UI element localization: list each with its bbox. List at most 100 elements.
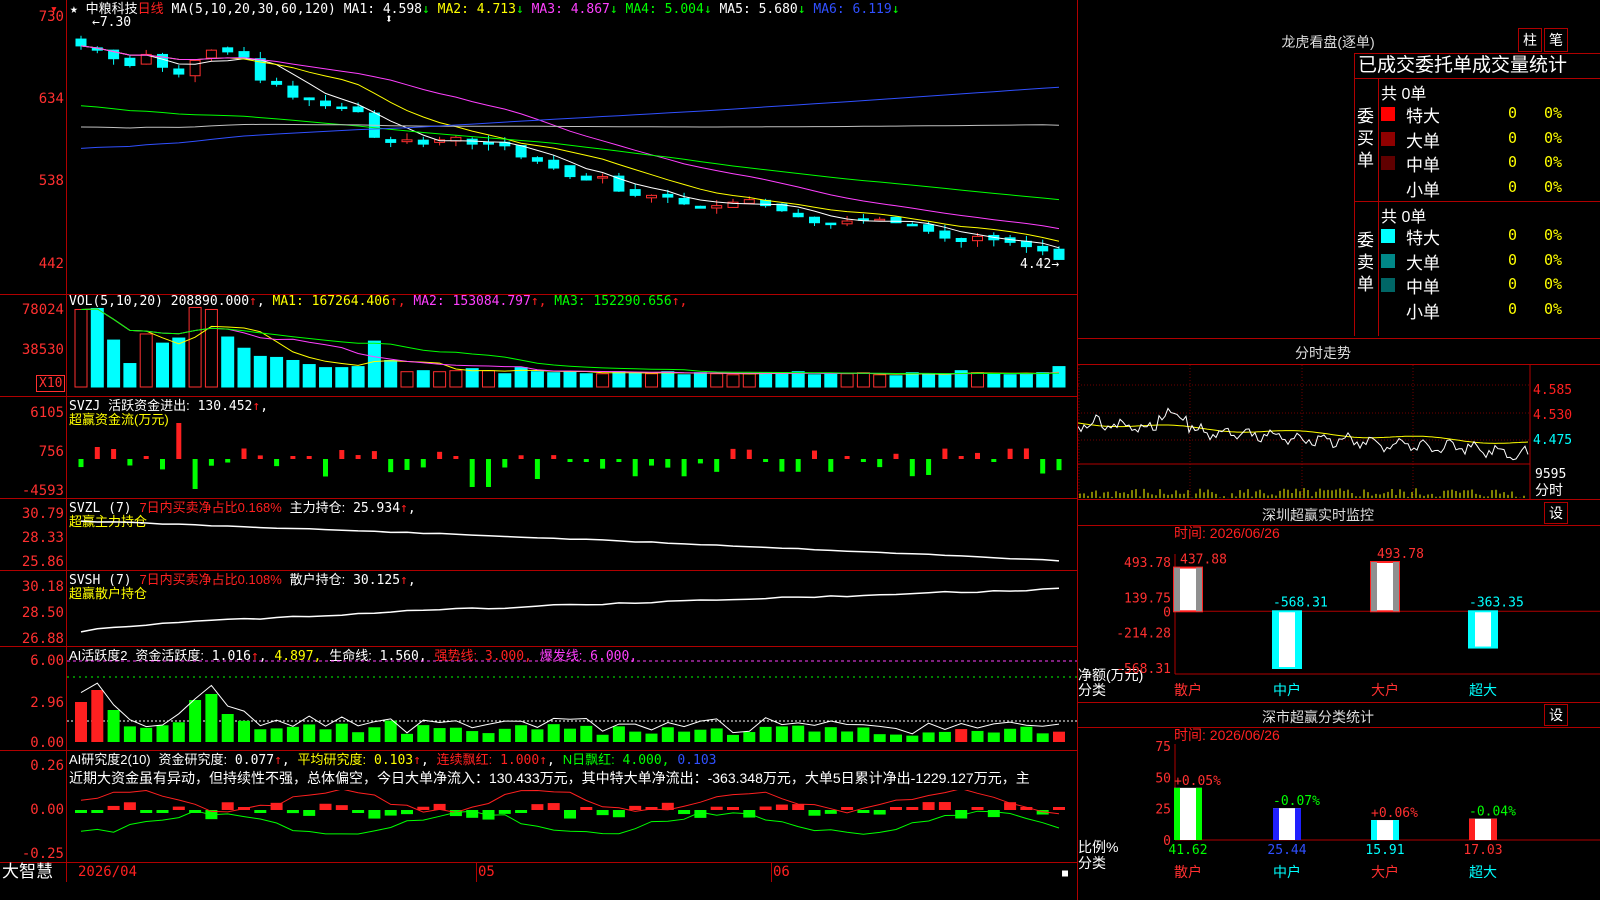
intraday-chart[interactable] [1078, 365, 1600, 499]
activity-bar [433, 728, 446, 742]
activity-bar [466, 731, 479, 742]
y-tick-label: 50 [1155, 771, 1171, 786]
main-force-line [80, 520, 1060, 562]
activity-bar [580, 725, 593, 742]
activity-bar [270, 728, 283, 742]
activity-bar [75, 702, 87, 742]
fund-flow-chart[interactable] [67, 397, 1077, 498]
change-label: +0.05% [1174, 774, 1221, 789]
category-label: 中户 [1273, 682, 1301, 698]
ratio-bar-shade [1469, 818, 1475, 840]
flow-bar [420, 459, 426, 468]
stroke-mode-button[interactable]: 笔 [1544, 28, 1568, 52]
research-bar [987, 810, 1000, 818]
candle-body [792, 212, 804, 218]
research-bar [857, 810, 870, 813]
flow-bar [991, 459, 997, 462]
intraday-y-label: 4.530 [1533, 408, 1573, 423]
activity-bar [759, 726, 772, 742]
flow-bar [551, 455, 557, 459]
candle-body [417, 139, 429, 145]
fund-activity-chart[interactable] [67, 647, 1077, 750]
app-logo[interactable]: 大智慧 [2, 862, 53, 882]
research-bar [971, 807, 984, 810]
volume-chart[interactable] [67, 295, 1077, 396]
monitor-bar-chart[interactable]: 493.78139.750-214.28-568.31437.88散户-568.… [1078, 540, 1600, 700]
y-tick-label: 493.78 [1124, 556, 1171, 571]
flow-bar [469, 459, 475, 487]
research-bar [873, 810, 886, 815]
flow-bar [616, 459, 622, 462]
category-label: 大户 [1371, 682, 1399, 698]
candle-body [222, 47, 234, 53]
category-label: 散户 [1174, 682, 1202, 698]
color-swatch [1381, 156, 1395, 170]
bar-mode-button[interactable]: 柱 [1518, 28, 1542, 52]
volume-bar [677, 374, 691, 388]
classify-settings-button[interactable]: 设 [1544, 704, 1568, 726]
chart-area[interactable]: ▾ ★ 中粮科技日线 MA(5,10,20,30,60,120) MA1: 4.… [0, 0, 1078, 900]
order-count: 0 [1508, 153, 1518, 171]
research-bar [1053, 807, 1065, 810]
research-bar [938, 802, 951, 810]
activity-bar [515, 725, 528, 742]
flow-bar [339, 450, 345, 459]
ai-research-label: AI研究度2(10) [69, 752, 151, 767]
flow-bar [681, 459, 687, 477]
volume-bar [840, 373, 854, 388]
activity-bar [824, 727, 837, 742]
value-label: 41.62 [1168, 843, 1207, 858]
net-bar-shade [1174, 567, 1180, 612]
lock-icon[interactable]: ■ [1062, 866, 1068, 881]
volume-bar [596, 373, 610, 388]
research-bar [629, 805, 642, 810]
x-label: 06 [773, 864, 790, 880]
volume-bar [661, 371, 675, 388]
classify-bar-chart[interactable]: 7550250+0.05%41.62散户-0.07%25.44中户+0.06%1… [1078, 740, 1600, 900]
volume-bar [873, 374, 887, 388]
order-pct: 0% [1544, 275, 1563, 293]
value-label: 15.91 [1365, 843, 1404, 858]
activity-bar [352, 732, 365, 742]
retail-holding-chart[interactable] [67, 571, 1077, 646]
vol-unit-badge: X10 [36, 375, 66, 392]
order-count: 0 [1508, 226, 1518, 244]
ratio-bar-shade [1196, 787, 1202, 840]
candle-body [1053, 248, 1065, 260]
candle-body [173, 68, 185, 75]
y-label: 538 [38, 173, 64, 189]
candle-body [678, 197, 690, 205]
flow-bar [1007, 448, 1013, 459]
volume-bar [498, 373, 512, 388]
y-label: -0.25 [21, 846, 64, 862]
flow-bar [583, 459, 589, 462]
volume-bar [139, 333, 153, 388]
order-count: 0 [1508, 250, 1518, 269]
ai-research-header: AI研究度2(10) 资金研究度: 0.077↑, 平均研究度: 0.103↑,… [69, 752, 717, 768]
value-label: 25.44 [1267, 843, 1306, 858]
main-force-chart[interactable] [67, 499, 1077, 570]
fund-research-chart[interactable] [67, 790, 1077, 862]
activity-bar [1004, 728, 1017, 742]
candlestick-chart[interactable] [67, 0, 1077, 294]
candle-body [238, 51, 250, 58]
color-swatch [1381, 278, 1395, 292]
ma-line-6 [80, 86, 1060, 149]
volume-bar [204, 308, 218, 388]
activity-bar [238, 720, 250, 742]
monitor-settings-button[interactable]: 设 [1544, 502, 1568, 524]
classify-title: 深市超赢分类统计 [1262, 709, 1374, 725]
activity-bar [922, 732, 935, 742]
activity-bar [531, 729, 544, 742]
volume-bar [775, 372, 789, 388]
research-bar [922, 802, 935, 810]
activity-bar [987, 732, 1000, 742]
candle-body [841, 220, 853, 225]
y-label: 634 [38, 91, 64, 107]
activity-bar [123, 726, 136, 742]
research-bar [75, 810, 87, 813]
activity-bar [612, 726, 625, 742]
color-swatch [1381, 107, 1395, 121]
category-label: 超大 [1469, 682, 1497, 698]
flow-bar [844, 456, 850, 459]
